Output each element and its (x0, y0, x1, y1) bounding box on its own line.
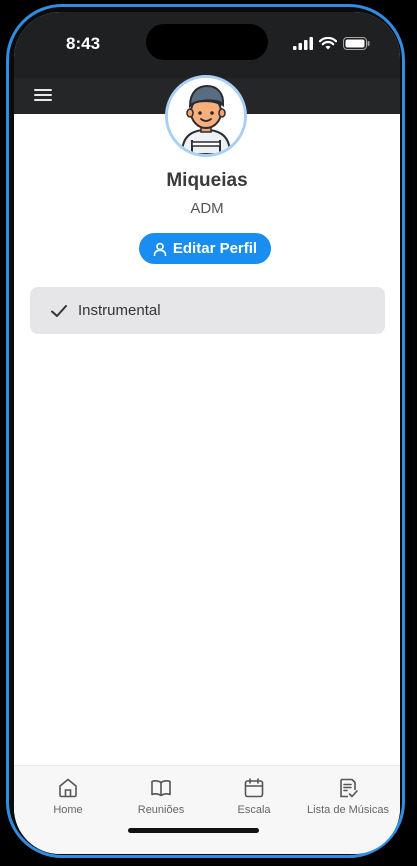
wifi-icon (319, 37, 337, 50)
bottom-navigation: Home Reuniões Escala Lista de Músicas (14, 765, 400, 854)
edit-profile-button[interactable]: Editar Perfil (139, 233, 271, 264)
nav-reunioes[interactable]: Reuniões (132, 776, 190, 816)
home-icon (59, 778, 77, 798)
nav-lista-de-musicas[interactable]: Lista de Músicas (306, 776, 390, 816)
battery-icon (343, 37, 370, 50)
nav-home-label: Home (53, 804, 83, 816)
home-indicator[interactable] (128, 828, 259, 833)
tag-card[interactable]: Instrumental (30, 287, 385, 334)
nav-escala-label: Escala (237, 804, 271, 816)
status-bar: 8:43 (14, 12, 400, 78)
profile-avatar (165, 75, 247, 157)
nav-reunioes-label: Reuniões (137, 804, 185, 816)
profile-role: ADM (190, 200, 224, 217)
app-screen: 8:43 Miqueias ADM Editar Perfil Instrume… (14, 12, 400, 854)
hamburger-menu-icon[interactable] (32, 86, 54, 104)
profile-name: Miqueias (166, 170, 248, 191)
status-icons (293, 37, 370, 50)
nav-home[interactable]: Home (42, 776, 94, 816)
nav-lista-de-musicas-label: Lista de Músicas (307, 804, 389, 816)
check-icon (51, 304, 67, 317)
tag-label: Instrumental (78, 302, 161, 319)
book-icon (151, 780, 171, 797)
calendar-icon (244, 778, 264, 798)
list-document-icon (340, 778, 358, 798)
user-avatar-illustration-icon (168, 78, 244, 154)
status-time: 8:43 (66, 34, 101, 53)
person-icon (153, 242, 167, 256)
signal-icon (293, 37, 313, 50)
edit-profile-label: Editar Perfil (172, 240, 258, 257)
dynamic-island (146, 24, 268, 60)
nav-escala[interactable]: Escala (228, 776, 280, 816)
